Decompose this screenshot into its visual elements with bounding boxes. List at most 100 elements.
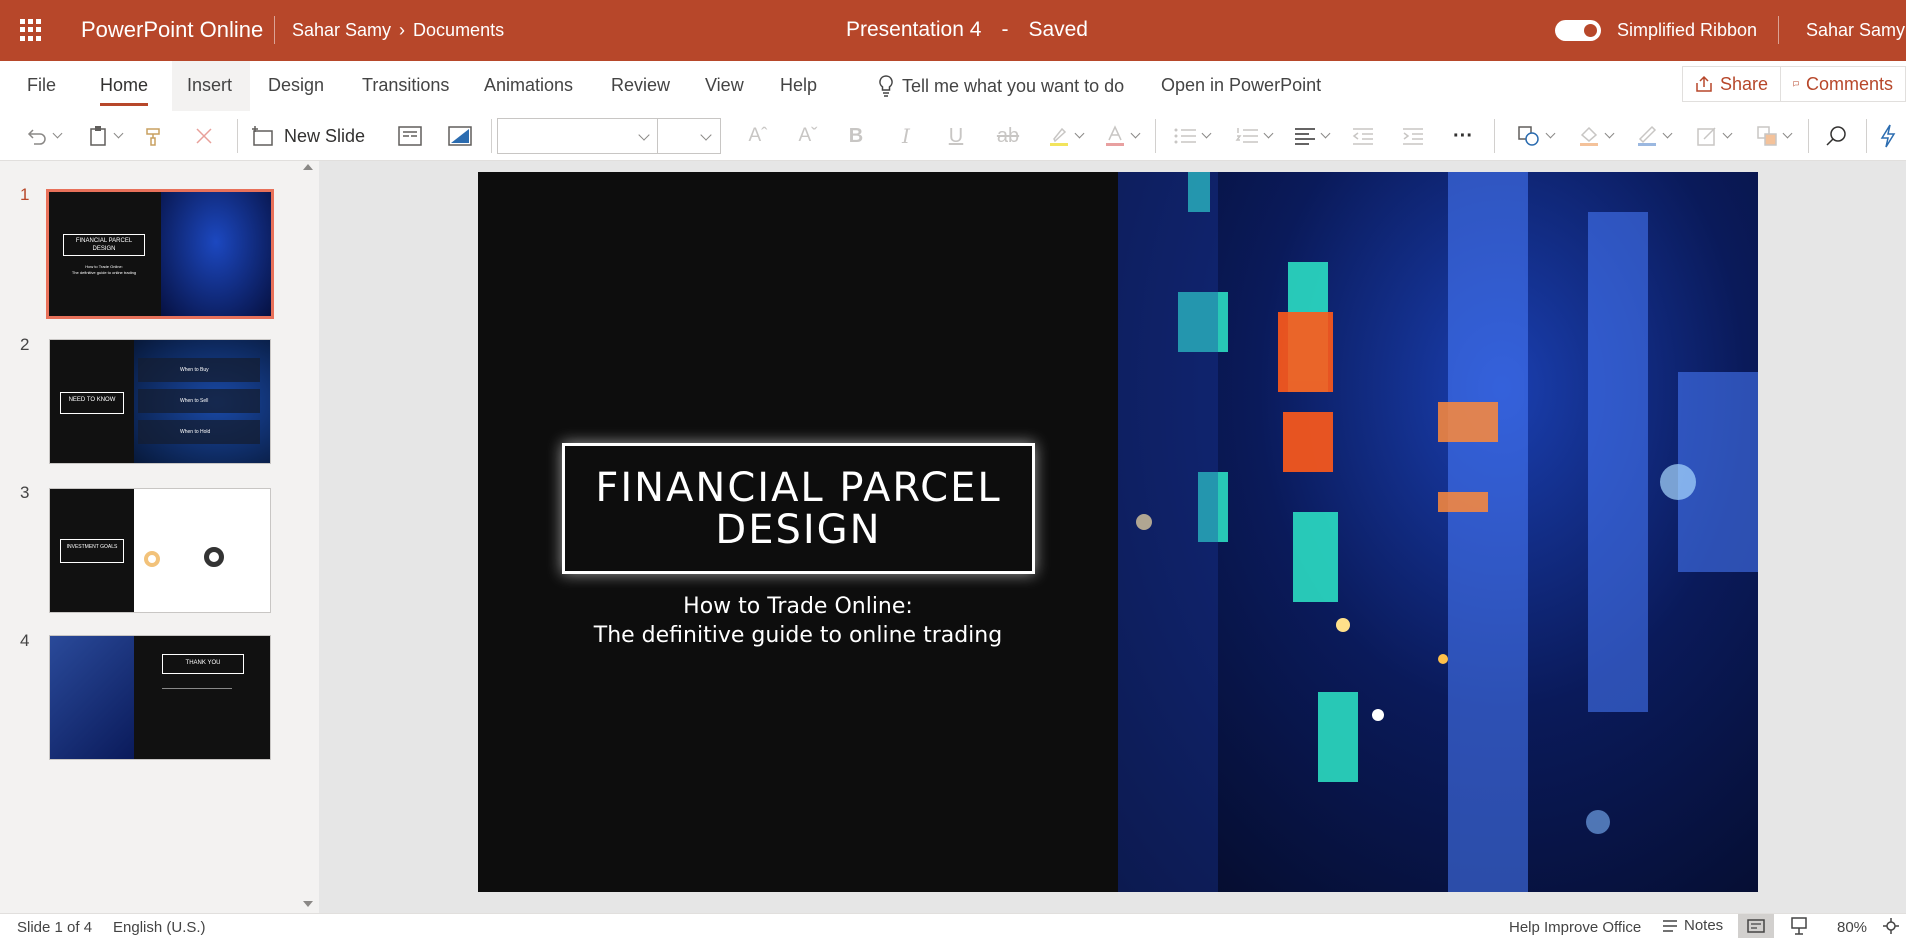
- fit-to-window-button[interactable]: [1882, 917, 1900, 939]
- slide-subtitle[interactable]: The definitive guide to online trading: [478, 623, 1118, 648]
- find-button[interactable]: [1822, 121, 1850, 151]
- shape-fill-button[interactable]: [1572, 121, 1618, 151]
- tab-insert[interactable]: Insert: [187, 75, 232, 96]
- bullets-button[interactable]: [1168, 121, 1214, 151]
- breadcrumb-folder[interactable]: Documents: [413, 20, 504, 41]
- thumbnail-ring: [204, 547, 224, 567]
- paste-button[interactable]: [84, 121, 126, 151]
- slide-thumbnail-1[interactable]: FINANCIAL PARCEL DESIGN How to Trade Onl…: [46, 189, 274, 319]
- font-family-select[interactable]: [497, 118, 659, 154]
- tab-file[interactable]: File: [27, 75, 56, 96]
- comments-button[interactable]: Comments: [1780, 66, 1906, 102]
- italic-button[interactable]: I: [893, 121, 919, 151]
- share-button[interactable]: Share: [1682, 66, 1782, 102]
- new-slide-icon: [252, 126, 273, 146]
- layout-button[interactable]: [396, 121, 424, 151]
- format-shape-button[interactable]: [1690, 121, 1736, 151]
- document-title-area[interactable]: Presentation 4 - Saved: [846, 18, 1088, 42]
- designer-button[interactable]: [1878, 121, 1898, 151]
- bold-button[interactable]: B: [843, 121, 869, 151]
- increase-indent-icon: [1403, 128, 1423, 145]
- slide-photo[interactable]: [1118, 172, 1758, 892]
- shrink-font-button[interactable]: Aˇ: [795, 121, 821, 151]
- slide-count: Slide 1 of 4: [17, 919, 93, 936]
- font-size-select[interactable]: [657, 118, 721, 154]
- chevron-down-icon: [1130, 128, 1140, 139]
- app-launcher-icon[interactable]: [20, 19, 42, 41]
- new-slide-button[interactable]: New Slide: [250, 121, 380, 151]
- ribbon-toolbar: New Slide Aˆ Aˇ B I U ab ···: [0, 111, 1906, 161]
- thumbnail-photo: [161, 192, 271, 316]
- strikethrough-button[interactable]: ab: [993, 121, 1023, 151]
- slide-thumbnail-4[interactable]: THANK YOU: [49, 635, 271, 760]
- app-name[interactable]: PowerPoint Online: [81, 17, 263, 43]
- delete-icon: [196, 128, 212, 144]
- divider: [491, 119, 492, 153]
- highlight-button[interactable]: [1042, 121, 1088, 151]
- numbering-icon: [1235, 128, 1258, 143]
- font-color-button[interactable]: [1098, 121, 1144, 151]
- chevron-down-icon: [1545, 128, 1555, 139]
- tab-transitions[interactable]: Transitions: [362, 75, 449, 96]
- breadcrumb-user[interactable]: Sahar Samy: [292, 20, 391, 41]
- chevron-down-icon: [1604, 128, 1614, 139]
- decrease-indent-button[interactable]: [1350, 121, 1376, 151]
- presenter-view-button[interactable]: [1790, 917, 1808, 939]
- open-in-powerpoint-link[interactable]: Open in PowerPoint: [1161, 75, 1321, 96]
- language[interactable]: English (U.S.): [113, 919, 206, 936]
- thumbnail-scrollbar[interactable]: [298, 161, 318, 913]
- thumbnail-item: When to Buy: [138, 358, 260, 382]
- increase-indent-button[interactable]: [1400, 121, 1426, 151]
- underline-button[interactable]: U: [943, 121, 969, 151]
- tab-home[interactable]: Home: [100, 75, 149, 106]
- format-painter-button[interactable]: [140, 121, 168, 151]
- divider: [1778, 16, 1779, 44]
- decrease-indent-icon: [1352, 128, 1373, 145]
- scroll-down-icon[interactable]: [303, 901, 313, 907]
- notes-icon: [1663, 919, 1677, 932]
- align-button[interactable]: [1290, 121, 1332, 151]
- thumbnail-ring: [144, 551, 160, 567]
- thumbnail-subtitle: How to Trade Online:: [85, 264, 123, 269]
- slide-title-box[interactable]: FINANCIAL PARCEL DESIGN: [562, 443, 1035, 574]
- tab-review[interactable]: Review: [611, 75, 670, 96]
- shape-outline-button[interactable]: [1630, 121, 1676, 151]
- undo-button[interactable]: [20, 121, 66, 151]
- tab-design[interactable]: Design: [268, 75, 324, 96]
- account-name[interactable]: Sahar Samy: [1806, 20, 1905, 41]
- arrange-button[interactable]: [1750, 121, 1796, 151]
- slide-thumbnail-3[interactable]: INVESTMENT GOALS: [49, 488, 271, 613]
- divider: [1494, 119, 1495, 153]
- simplified-ribbon-toggle[interactable]: [1555, 20, 1601, 41]
- tab-view[interactable]: View: [705, 75, 744, 96]
- slide-editor[interactable]: FINANCIAL PARCEL DESIGN How to Trade Onl…: [478, 172, 1758, 892]
- fit-to-window-icon: [1883, 918, 1899, 934]
- help-improve-office[interactable]: Help Improve Office: [1509, 919, 1641, 936]
- numbering-button[interactable]: [1230, 121, 1276, 151]
- chevron-down-icon: [52, 128, 62, 139]
- notes-button[interactable]: Notes: [1662, 917, 1723, 934]
- slide-subtitle[interactable]: How to Trade Online:: [478, 594, 1118, 619]
- comments-label: Comments: [1805, 73, 1893, 94]
- thumbnail-title: INVESTMENT GOALS: [60, 539, 124, 563]
- document-title[interactable]: Presentation 4: [846, 18, 981, 42]
- normal-view-button[interactable]: [1738, 914, 1774, 938]
- scroll-up-icon[interactable]: [303, 164, 313, 170]
- more-icon: ···: [1453, 124, 1473, 147]
- tab-animations[interactable]: Animations: [484, 75, 573, 96]
- slide-thumbnail-panel: 1 FINANCIAL PARCEL DESIGN How to Trade O…: [0, 161, 318, 913]
- zoom-level[interactable]: 80%: [1837, 919, 1867, 936]
- background-button[interactable]: [446, 121, 474, 151]
- paste-icon: [89, 126, 106, 146]
- tab-help[interactable]: Help: [780, 75, 817, 96]
- undo-icon: [27, 129, 46, 145]
- slide-thumbnail-2[interactable]: NEED TO KNOW When to Buy When to Sell Wh…: [49, 339, 271, 464]
- thumbnail-item: When to Sell: [138, 389, 260, 413]
- grow-font-button[interactable]: Aˆ: [745, 121, 771, 151]
- chevron-down-icon: [1263, 128, 1273, 139]
- chevron-right-icon: ›: [399, 20, 406, 40]
- shapes-button[interactable]: [1512, 121, 1558, 151]
- tell-me-search[interactable]: Tell me what you want to do: [878, 75, 1124, 97]
- more-options-button[interactable]: ···: [1450, 121, 1476, 151]
- delete-button[interactable]: [190, 121, 218, 151]
